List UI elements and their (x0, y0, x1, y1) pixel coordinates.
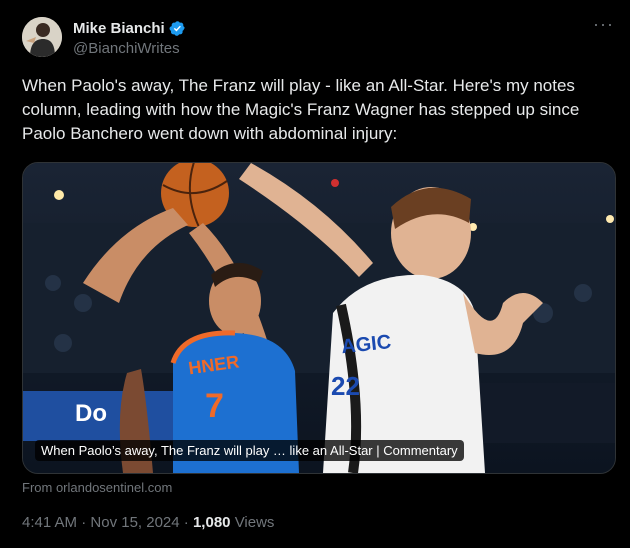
meta-separator: · (81, 514, 87, 531)
author-name-row: Mike Bianchi (73, 20, 186, 37)
thunder-jersey-number: 7 (205, 387, 224, 425)
card-image: Do HNER 7 AGIC 22 (23, 163, 615, 473)
tweet-meta: 4:41 AM · Nov 15, 2024 · 1,080 Views (22, 514, 274, 531)
tweet-time[interactable]: 4:41 AM (22, 514, 77, 531)
magic-jersey-number: 22 (331, 371, 360, 401)
tweet-text: When Paolo's away, The Franz will play -… (22, 76, 580, 143)
views-count: 1,080 (192, 514, 231, 531)
author-avatar[interactable] (22, 17, 62, 57)
views-label: Views (234, 514, 275, 531)
author-display-name[interactable]: Mike Bianchi (73, 20, 165, 37)
verified-badge-icon (169, 21, 185, 36)
author-handle[interactable]: @BianchiWrites (73, 40, 180, 57)
card-source[interactable]: From orlandosentinel.com (22, 480, 172, 495)
link-card[interactable]: Do HNER 7 AGIC 22 When Paolo’s away, The… (22, 162, 616, 474)
tweet-date[interactable]: Nov 15, 2024 (90, 514, 179, 531)
board-text: Do (75, 400, 107, 427)
more-options-icon[interactable]: ··· (593, 15, 614, 33)
meta-separator-2: · (183, 514, 189, 531)
card-headline[interactable]: When Paolo’s away, The Franz will play …… (35, 440, 464, 461)
